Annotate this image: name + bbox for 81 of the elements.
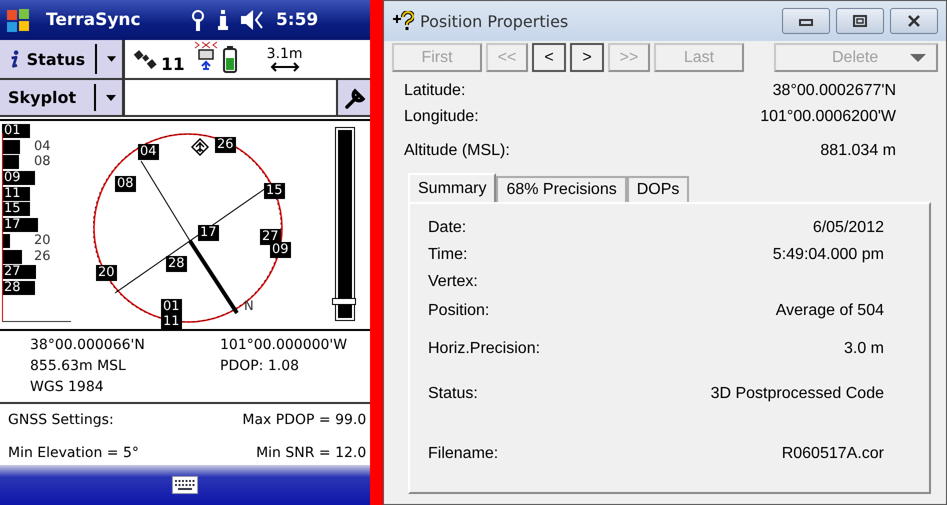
nav-button[interactable]: >: [570, 43, 604, 72]
satellite-marker: 04: [138, 144, 159, 160]
field-label: Time:: [428, 245, 468, 265]
aircraft-icon: [191, 138, 209, 156]
caret-icon: [910, 54, 926, 62]
caret-icon: [106, 94, 116, 100]
field-value: 6/05/2012: [812, 218, 884, 238]
receiver-icon: [192, 40, 219, 70]
satellite-id: 17: [4, 217, 21, 234]
app-title: TerraSync: [46, 10, 142, 30]
clock: 5:59: [276, 10, 318, 30]
satellite-marker: 01: [161, 299, 182, 315]
maximize-button[interactable]: [836, 8, 884, 34]
connection-icon[interactable]: [218, 10, 228, 30]
min-snr-value: Min SNR = 12.0: [255, 444, 366, 462]
view-dropdown[interactable]: Skyplot: [0, 80, 125, 115]
satellite-marker: 26: [215, 137, 236, 153]
field-label: Latitude:: [404, 81, 466, 101]
minimize-button[interactable]: [782, 8, 830, 34]
tab[interactable]: 68% Precisions: [496, 176, 627, 202]
satellite-id: 20: [34, 232, 51, 249]
satellite-id: 04: [34, 138, 51, 155]
north-label: N: [244, 299, 254, 314]
battery-icon: [222, 46, 237, 72]
longitude-value: 101°00.000000'W: [220, 336, 348, 355]
antenna-icon[interactable]: [190, 9, 206, 31]
satellite-id: 11: [4, 186, 21, 202]
field-value: Average of 504: [776, 301, 884, 321]
close-icon: [907, 15, 921, 27]
satellite-marker: 20: [96, 265, 117, 281]
max-pdop-value: Max PDOP = 99.0: [241, 411, 366, 430]
speaker-icon[interactable]: [240, 9, 264, 31]
nav-button[interactable]: <: [532, 43, 566, 72]
field-value: R060517A.cor: [782, 444, 884, 464]
tab[interactable]: Summary: [408, 173, 496, 202]
field-label: Status:: [428, 384, 478, 404]
satellite-count: 11: [161, 55, 185, 75]
field-value: 38°00.0002677'N: [772, 81, 896, 101]
min-elevation-value: Min Elevation = 5°: [8, 444, 140, 462]
close-button[interactable]: [890, 8, 938, 34]
field-label: Date:: [428, 218, 466, 238]
satellite-marker: 28: [166, 256, 187, 272]
satellite-id: 08: [34, 154, 51, 170]
settings-button[interactable]: [336, 80, 370, 115]
settings-heading: GNSS Settings:: [8, 411, 115, 430]
status-dropdown[interactable]: Status: [0, 40, 125, 78]
altitude-value: 855.63m MSL: [30, 357, 127, 376]
satellite-marker: 08: [115, 176, 136, 192]
field-value: 5:49:04.000 pm: [772, 245, 884, 265]
satellite-marker: 11: [161, 314, 182, 330]
field-label: Horiz.Precision:: [428, 339, 540, 359]
satellite-id: 26: [34, 248, 51, 264]
field-value: 881.034 m: [819, 141, 896, 161]
latitude-value: 38°00.000066'N: [30, 336, 146, 355]
satellite-id: 09: [4, 170, 21, 186]
keyboard-icon[interactable]: [172, 476, 198, 494]
field-label: Longitude:: [404, 107, 480, 127]
window-title: Position Properties: [420, 12, 568, 30]
satellite-id: 28: [4, 280, 21, 296]
double-arrow-icon: [270, 62, 300, 72]
windows-logo-icon[interactable]: [6, 8, 30, 32]
satellite-marker: 15: [264, 183, 285, 199]
field-label: Altitude (MSL):: [404, 141, 511, 161]
help-icon: [392, 11, 414, 31]
datum-value: WGS 1984: [30, 378, 105, 397]
field-value: 101°00.0006200'W: [760, 107, 896, 127]
pdop-value: PDOP: 1.08: [220, 357, 300, 376]
satellite-id: 01: [4, 123, 21, 139]
field-label: Vertex:: [428, 272, 478, 292]
field-value: 3.0 m: [844, 339, 884, 359]
maximize-icon: [853, 15, 867, 27]
accuracy-value: 3.1m: [266, 46, 303, 62]
field-label: Filename:: [428, 444, 498, 464]
satellite-marker: 09: [270, 242, 291, 258]
tab[interactable]: DOPs: [626, 176, 690, 202]
field-label: Position:: [428, 301, 490, 321]
field-value: 3D Postprocessed Code: [710, 384, 884, 404]
satellite-marker: 17: [198, 225, 219, 241]
satellite-id: 15: [4, 201, 21, 218]
caret-icon: [106, 56, 116, 62]
satellite-id: 27: [4, 264, 21, 280]
